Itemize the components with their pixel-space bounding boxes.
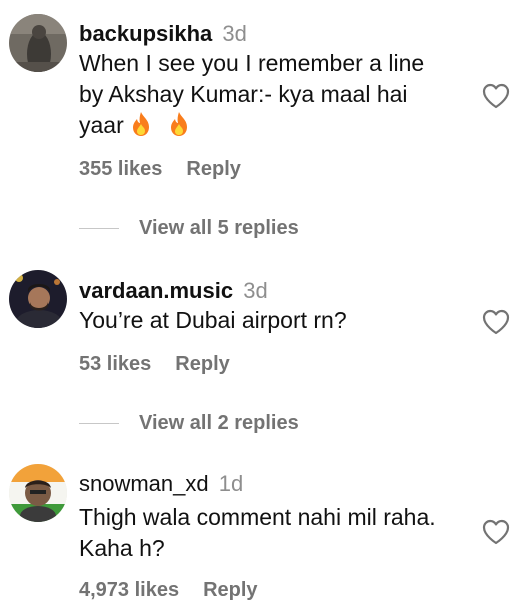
reply-button[interactable]: Reply xyxy=(203,579,257,601)
reply-button[interactable]: Reply xyxy=(175,353,229,375)
view-replies-button[interactable]: View all 5 replies xyxy=(79,217,299,241)
comment-meta: 4,973 likes Reply xyxy=(79,579,258,602)
username[interactable]: backupsikha xyxy=(79,21,212,46)
comment-text-line: Kaha h? xyxy=(79,535,165,561)
reply-button[interactable]: Reply xyxy=(186,158,240,180)
comment-meta: 53 likes Reply xyxy=(79,353,230,376)
comment-text: When I see you I remember a line by Aksh… xyxy=(79,48,457,141)
avatar[interactable] xyxy=(9,14,67,72)
comment-text: Thigh wala comment nahi mil raha. Kaha h… xyxy=(79,502,457,564)
comment-text-line: Thigh wala comment nahi mil raha. xyxy=(79,504,436,530)
view-replies-button[interactable]: View all 2 replies xyxy=(79,412,299,436)
avatar-image xyxy=(9,270,67,328)
likes-count[interactable]: 53 likes xyxy=(79,353,151,375)
comment-text-line: When I see you I remember a line xyxy=(79,50,425,76)
comment-header: snowman_xd 1d xyxy=(79,470,457,497)
comment-text-line: You’re at Dubai airport rn? xyxy=(79,307,347,333)
comment-header: vardaan.music 3d xyxy=(79,277,457,304)
timestamp: 3d xyxy=(243,278,268,303)
fire-emoji-icon xyxy=(168,111,190,137)
likes-count[interactable]: 4,973 likes xyxy=(79,579,179,601)
avatar[interactable] xyxy=(9,270,67,328)
comment-header: backupsikha 3d xyxy=(79,20,457,47)
view-replies-label[interactable]: View all 5 replies xyxy=(139,217,299,239)
avatar-image xyxy=(9,14,67,72)
comment-text-line: by Akshay Kumar:- kya maal hai xyxy=(79,81,408,107)
likes-count[interactable]: 355 likes xyxy=(79,158,162,180)
comment-text-line: yaar xyxy=(79,110,457,141)
avatar-image xyxy=(9,464,67,522)
comment-text: You’re at Dubai airport rn? xyxy=(79,305,457,336)
like-heart-icon[interactable] xyxy=(482,519,510,545)
username[interactable]: vardaan.music xyxy=(79,278,233,303)
comment-text-word: yaar xyxy=(79,112,124,138)
fire-emoji-icon xyxy=(130,111,152,137)
divider xyxy=(79,228,119,229)
username[interactable]: snowman_xd xyxy=(79,471,209,496)
timestamp: 1d xyxy=(218,471,244,496)
comment-meta: 355 likes Reply xyxy=(79,158,241,181)
view-replies-label[interactable]: View all 2 replies xyxy=(139,412,299,434)
like-heart-icon[interactable] xyxy=(482,83,510,109)
like-heart-icon[interactable] xyxy=(482,309,510,335)
divider xyxy=(79,423,119,424)
avatar[interactable] xyxy=(9,464,67,522)
timestamp: 3d xyxy=(222,21,247,46)
